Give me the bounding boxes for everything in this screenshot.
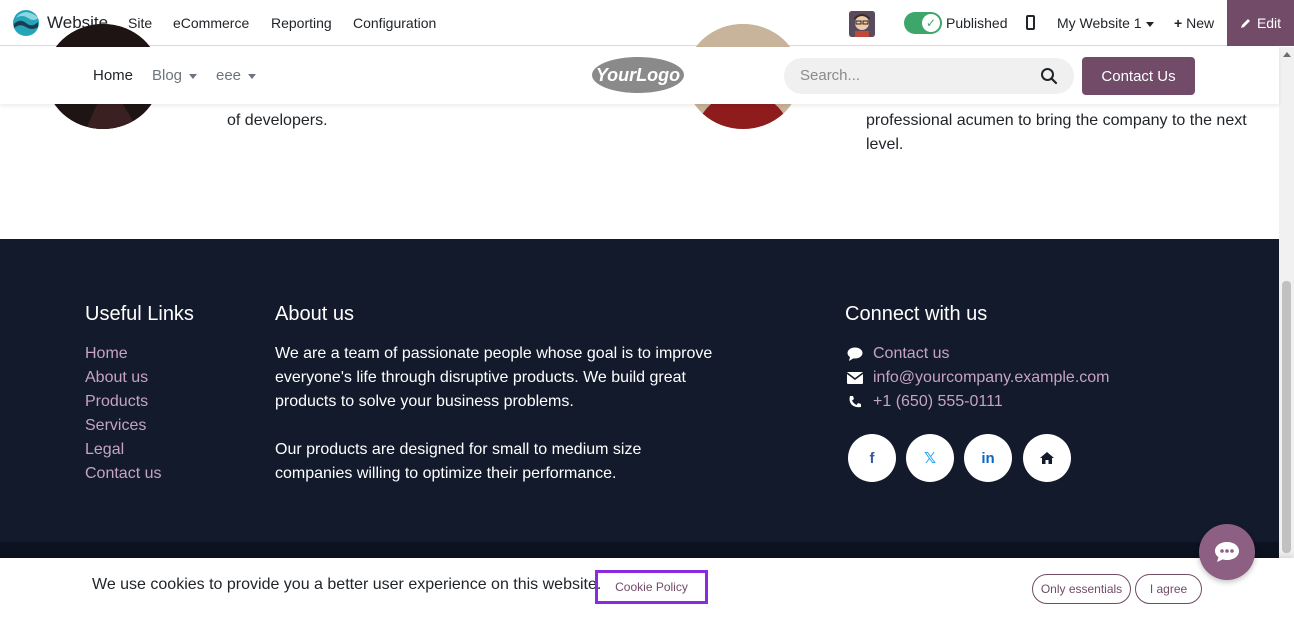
nav-home[interactable]: Home bbox=[93, 67, 133, 84]
cookie-consent-bar: We use cookies to provide you a better u… bbox=[0, 558, 1294, 620]
nav-blog[interactable]: Blog bbox=[152, 67, 198, 84]
cookie-policy-link[interactable]: Cookie Policy bbox=[595, 570, 708, 604]
team-member-description-line1: professional acumen to bring the company… bbox=[866, 112, 1247, 129]
search-input[interactable]: Search... bbox=[784, 58, 1074, 94]
about-us-paragraph-2: Our products are designed for small to m… bbox=[275, 441, 642, 482]
footer-link-about-us[interactable]: About us bbox=[85, 369, 148, 387]
site-footer: Useful Links Home About us Products Serv… bbox=[0, 239, 1279, 542]
new-button-label: New bbox=[1186, 15, 1215, 31]
menu-reporting[interactable]: Reporting bbox=[271, 15, 332, 31]
footer-link-services[interactable]: Services bbox=[85, 417, 146, 435]
linkedin-icon[interactable]: in bbox=[964, 434, 1012, 482]
comment-icon bbox=[846, 346, 864, 362]
footer-contact-link[interactable]: Contact us bbox=[846, 345, 949, 363]
menu-site[interactable]: Site bbox=[128, 15, 152, 31]
new-button[interactable]: + New bbox=[1174, 15, 1214, 31]
i-agree-button[interactable]: I agree bbox=[1135, 574, 1202, 604]
site-header: Home Blog eee YourLogo Search... Contact… bbox=[0, 47, 1279, 104]
website-selector-label: My Website 1 bbox=[1057, 15, 1142, 31]
scroll-up-arrow-icon[interactable] bbox=[1283, 52, 1291, 57]
mobile-preview-icon[interactable] bbox=[1026, 15, 1035, 30]
user-avatar[interactable] bbox=[849, 11, 875, 37]
about-us-heading: About us bbox=[275, 303, 354, 325]
footer-link-products[interactable]: Products bbox=[85, 393, 148, 411]
nav-eee[interactable]: eee bbox=[216, 67, 257, 84]
connect-heading: Connect with us bbox=[845, 303, 988, 325]
home-icon[interactable] bbox=[1023, 434, 1071, 482]
edit-button-label: Edit bbox=[1256, 15, 1282, 31]
published-toggle[interactable]: ✓ bbox=[904, 12, 942, 34]
plus-icon: + bbox=[1174, 15, 1183, 31]
check-icon: ✓ bbox=[922, 14, 940, 32]
cookie-message: We use cookies to provide you a better u… bbox=[92, 576, 602, 593]
nav-blog-label: Blog bbox=[152, 67, 183, 84]
team-member-description-line2: level. bbox=[866, 136, 904, 153]
useful-links-heading: Useful Links bbox=[85, 303, 194, 325]
site-logo[interactable]: YourLogo bbox=[590, 55, 686, 95]
menu-ecommerce[interactable]: eCommerce bbox=[173, 15, 249, 31]
pencil-icon bbox=[1240, 19, 1250, 28]
phone-icon bbox=[846, 394, 864, 410]
nav-eee-label: eee bbox=[216, 67, 242, 84]
caret-down-icon bbox=[189, 73, 198, 79]
envelope-icon bbox=[846, 370, 864, 386]
scrollbar-thumb[interactable] bbox=[1282, 281, 1291, 553]
admin-top-bar: Website Site eCommerce Reporting Configu… bbox=[0, 0, 1294, 46]
contact-us-button[interactable]: Contact Us bbox=[1082, 57, 1195, 95]
page-scrollbar[interactable] bbox=[1279, 47, 1294, 558]
facebook-icon[interactable]: f bbox=[848, 434, 896, 482]
website-app-icon[interactable] bbox=[12, 9, 40, 37]
caret-down-icon bbox=[248, 73, 257, 79]
footer-email-link[interactable]: info@yourcompany.example.com bbox=[846, 369, 1110, 387]
footer-link-legal[interactable]: Legal bbox=[85, 441, 124, 459]
phone-link-label: +1 (650) 555-0111 bbox=[873, 393, 1003, 410]
footer-link-home[interactable]: Home bbox=[85, 345, 128, 363]
logo-text: YourLogo bbox=[596, 65, 680, 85]
x-twitter-icon[interactable]: 𝕏 bbox=[906, 434, 954, 482]
edit-button[interactable]: Edit bbox=[1227, 0, 1294, 46]
team-section: of developers. professional acumen to br… bbox=[0, 24, 1279, 239]
copyright-strip bbox=[0, 542, 1279, 558]
chat-icon bbox=[1215, 542, 1239, 562]
email-link-label: info@yourcompany.example.com bbox=[873, 369, 1110, 386]
about-us-text: We are a team of passionate people whose… bbox=[275, 342, 735, 486]
contact-us-link-label: Contact us bbox=[873, 345, 950, 362]
search-placeholder: Search... bbox=[800, 67, 861, 84]
team-member-description: of developers. bbox=[227, 112, 328, 129]
website-selector[interactable]: My Website 1 bbox=[1057, 15, 1154, 31]
published-label[interactable]: Published bbox=[946, 15, 1008, 31]
footer-phone-link[interactable]: +1 (650) 555-0111 bbox=[846, 393, 1003, 411]
about-us-paragraph-1: We are a team of passionate people whose… bbox=[275, 345, 713, 410]
only-essentials-button[interactable]: Only essentials bbox=[1032, 574, 1131, 604]
livechat-button[interactable] bbox=[1199, 524, 1255, 580]
footer-link-contact-us[interactable]: Contact us bbox=[85, 465, 161, 483]
search-icon[interactable] bbox=[1040, 67, 1058, 85]
menu-configuration[interactable]: Configuration bbox=[353, 15, 436, 31]
caret-down-icon bbox=[1145, 21, 1154, 27]
